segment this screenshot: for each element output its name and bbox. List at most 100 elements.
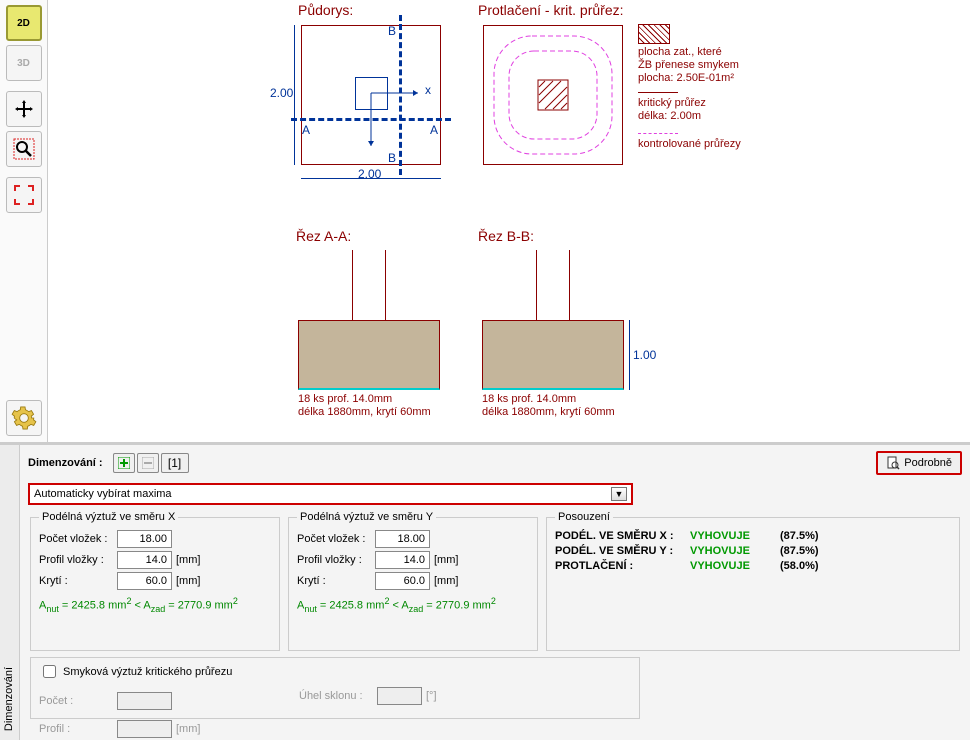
- rebar-a-line1: 18 ks prof. 14.0mm: [298, 393, 392, 405]
- legend-hatch: [638, 24, 670, 44]
- side-tab-dimenzovani[interactable]: Dimenzování: [0, 445, 20, 740]
- plus-icon: [118, 457, 130, 469]
- count-x-input[interactable]: [117, 530, 172, 548]
- group-longitudinal-y: Podélná výztuž ve směru Y Počet vložek :…: [288, 511, 538, 651]
- shear-profile-label: Profil :: [39, 723, 117, 735]
- result-y-status: VYHOVUJE: [690, 545, 780, 557]
- punch-info4: kritický průřez: [638, 97, 706, 109]
- plan-title: Půdorys:: [298, 2, 353, 18]
- section-a-col-l: [352, 250, 353, 320]
- plan-dim-h-line: [301, 178, 441, 179]
- profile-x-unit: [mm]: [176, 554, 200, 566]
- count-y-input[interactable]: [375, 530, 430, 548]
- legend-line-check: [638, 133, 678, 134]
- dimensioning-panel: Dimenzování : [1] Podrobně Automaticky v…: [20, 445, 970, 740]
- cover-y-input[interactable]: [375, 572, 430, 590]
- section-a-title: Řez A-A:: [296, 228, 351, 244]
- section-b-title: Řez B-B:: [478, 228, 534, 244]
- punch-info1: plocha zat., které: [638, 46, 722, 58]
- zoom-button[interactable]: [6, 131, 42, 167]
- shear-angle-unit: [°]: [426, 690, 437, 702]
- expand-icon: [14, 185, 34, 205]
- profile-y-input[interactable]: [375, 551, 430, 569]
- cover-x-input[interactable]: [117, 572, 172, 590]
- punch-info5: délka: 2.00m: [638, 110, 701, 122]
- chevron-down-icon: ▼: [611, 487, 627, 501]
- plan-dim-v-line: [294, 25, 295, 165]
- section-dim: 1.00: [633, 348, 656, 362]
- count-y-label: Počet vložek :: [297, 533, 375, 545]
- group-y-legend: Podélná výztuž ve směru Y: [297, 511, 436, 523]
- cover-x-label: Krytí :: [39, 575, 117, 587]
- result-x-label: PODÉL. VE SMĚRU X :: [555, 530, 690, 542]
- view-2d-button[interactable]: 2D: [6, 5, 42, 41]
- profile-x-input[interactable]: [117, 551, 172, 569]
- formula-y: Anut = 2425.8 mm2 < Azad = 2770.9 mm2: [297, 596, 531, 614]
- selection-mode-dropdown[interactable]: Automaticky vybírat maxima ▼: [28, 483, 633, 505]
- section-b-col-l: [536, 250, 537, 320]
- drawing-canvas[interactable]: Půdorys: A A B B x 2.00 2.00 Protlačení …: [48, 0, 970, 442]
- shear-angle-label: Úhel sklonu :: [299, 690, 377, 702]
- shear-profile-input: [117, 720, 172, 738]
- result-punch-status: VYHOVUJE: [690, 560, 780, 572]
- add-button[interactable]: [113, 453, 135, 473]
- rebar-a-line2: délka 1880mm, krytí 60mm: [298, 406, 431, 418]
- formula-x: Anut = 2425.8 mm2 < Azad = 2770.9 mm2: [39, 596, 273, 614]
- shear-checkbox[interactable]: [43, 665, 56, 678]
- section-a-right: A: [430, 123, 438, 137]
- shear-angle-input: [377, 687, 422, 705]
- view-toolbar: 2D 3D: [0, 0, 48, 442]
- shear-checkbox-label: Smyková výztuž kritického průřezu: [63, 666, 232, 678]
- move-icon: [14, 99, 34, 119]
- group-shear: Smyková výztuž kritického průřezu Počet …: [30, 657, 640, 719]
- count-x-label: Počet vložek :: [39, 533, 117, 545]
- magnifier-icon: [13, 138, 35, 160]
- legend-line-crit: [638, 92, 678, 93]
- shear-count-label: Počet :: [39, 695, 117, 707]
- panel-title: Dimenzování :: [28, 457, 103, 469]
- punch-info3: plocha: 2.50E-01m²: [638, 72, 734, 84]
- document-icon: [886, 456, 900, 470]
- group-assessment: Posouzení PODÉL. VE SMĚRU X : VYHOVUJE (…: [546, 511, 960, 651]
- plan-dim-v: 2.00: [270, 86, 293, 100]
- section-b-col-r: [569, 250, 570, 320]
- punch-info2: ŽB přenese smykem: [638, 59, 739, 71]
- rebar-b-line1: 18 ks prof. 14.0mm: [482, 393, 576, 405]
- group-longitudinal-x: Podélná výztuž ve směru X Počet vložek :…: [30, 511, 280, 651]
- section-a-col-r: [385, 250, 386, 320]
- result-punch-label: PROTLAČENÍ :: [555, 560, 690, 572]
- result-x-pct: (87.5%): [780, 530, 819, 542]
- punch-contours-icon: [483, 25, 623, 165]
- section-a-rect: [298, 320, 440, 390]
- punch-info6: kontrolované průřezy: [638, 138, 741, 150]
- plan-axes-icon: [366, 88, 426, 158]
- group-x-legend: Podélná výztuž ve směru X: [39, 511, 178, 523]
- settings-button[interactable]: [6, 400, 42, 436]
- section-a-left: A: [302, 123, 310, 137]
- section-dim-line: [629, 320, 630, 390]
- count-button[interactable]: [1]: [161, 453, 189, 473]
- fit-view-button[interactable]: [6, 177, 42, 213]
- view-3d-button[interactable]: 3D: [6, 45, 42, 81]
- punch-title: Protlačení - krit. průřez:: [478, 2, 624, 18]
- profile-x-label: Profil vložky :: [39, 554, 117, 566]
- section-b-top: B: [388, 24, 396, 38]
- minus-icon: [142, 457, 154, 469]
- section-b-rect: [482, 320, 624, 390]
- rebar-b-line2: délka 1880mm, krytí 60mm: [482, 406, 615, 418]
- shear-profile-unit: [mm]: [176, 723, 200, 735]
- result-legend: Posouzení: [555, 511, 613, 523]
- shear-count-input: [117, 692, 172, 710]
- details-button[interactable]: Podrobně: [876, 451, 962, 475]
- remove-button[interactable]: [137, 453, 159, 473]
- cover-y-unit: [mm]: [434, 575, 458, 587]
- result-x-status: VYHOVUJE: [690, 530, 780, 542]
- result-punch-pct: (58.0%): [780, 560, 819, 572]
- profile-y-label: Profil vložky :: [297, 554, 375, 566]
- pan-button[interactable]: [6, 91, 42, 127]
- cover-y-label: Krytí :: [297, 575, 375, 587]
- result-y-pct: (87.5%): [780, 545, 819, 557]
- cover-x-unit: [mm]: [176, 575, 200, 587]
- result-y-label: PODÉL. VE SMĚRU Y :: [555, 545, 690, 557]
- gear-icon: [11, 405, 37, 431]
